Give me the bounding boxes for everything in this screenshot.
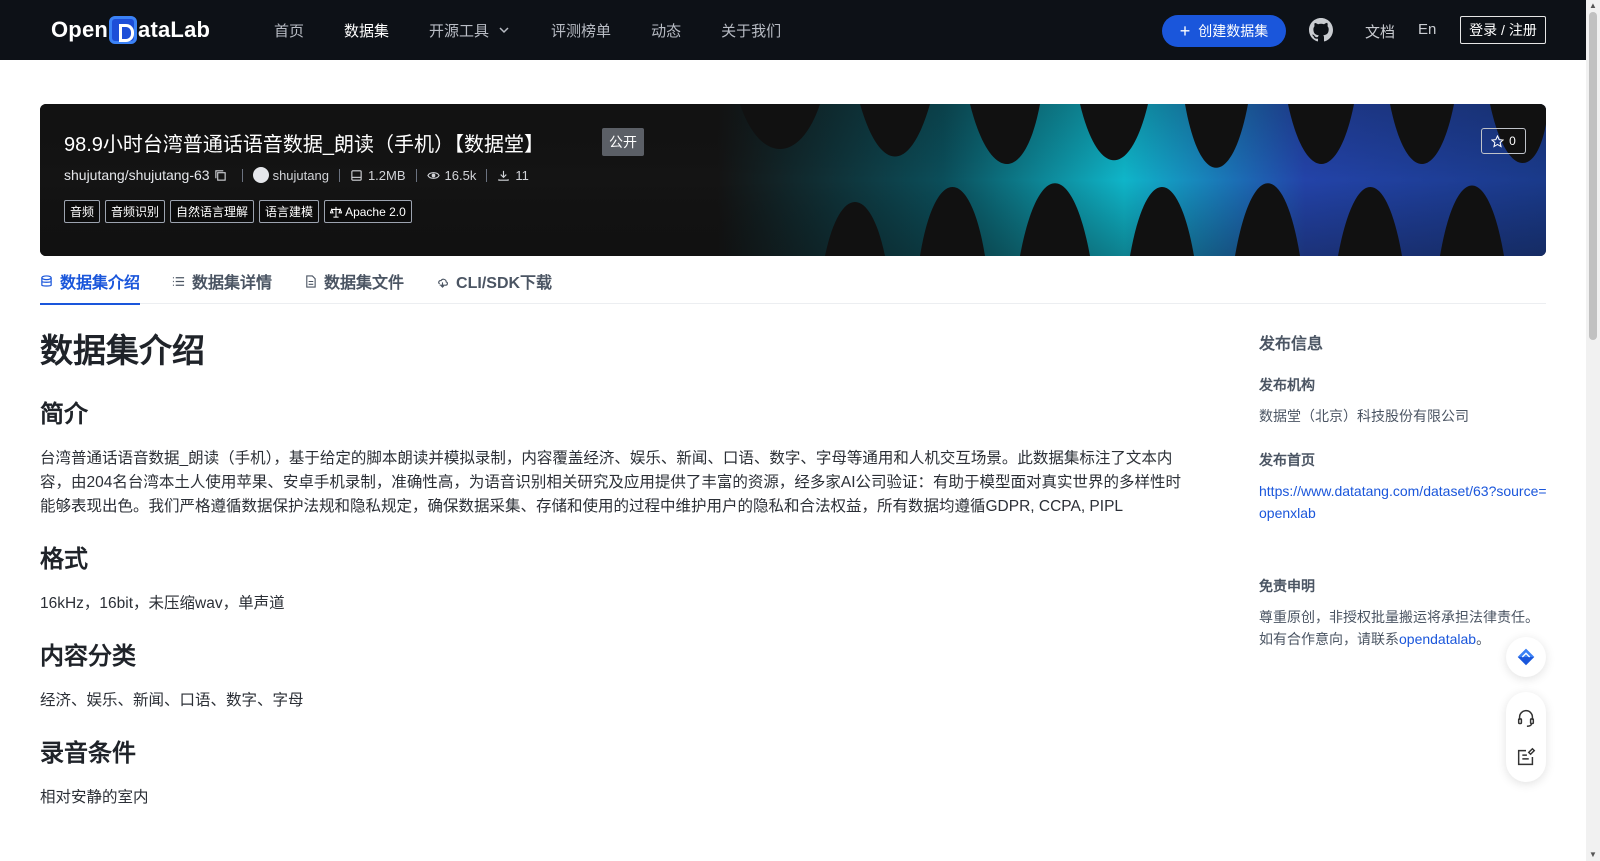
meta-divider bbox=[338, 168, 340, 182]
tag-item[interactable]: 自然语言理解 bbox=[170, 200, 255, 223]
disclaimer-label: 免责申明 bbox=[1259, 578, 1315, 594]
cloud-icon bbox=[438, 278, 448, 288]
page-title: 数据集介绍 bbox=[40, 332, 205, 369]
scroll-down-arrow[interactable]: ▼ bbox=[1589, 851, 1597, 859]
license-label: Apache 2.0 bbox=[345, 204, 406, 219]
nav-about[interactable]: 关于我们 bbox=[721, 20, 781, 41]
tab-details-label: 数据集详情 bbox=[192, 275, 273, 292]
homepage-label: 发布首页 bbox=[1259, 452, 1315, 468]
license-tag[interactable]: Apache 2.0 bbox=[324, 200, 412, 223]
diamond-icon bbox=[1517, 648, 1535, 666]
meta-divider bbox=[486, 168, 488, 182]
tab-files-label: 数据集文件 bbox=[324, 275, 405, 292]
nav-leaderboard[interactable]: 评测榜单 bbox=[551, 20, 611, 41]
support-float-panel bbox=[1506, 692, 1546, 782]
tab-intro-label: 数据集介绍 bbox=[60, 275, 141, 292]
scroll-thumb[interactable] bbox=[1589, 12, 1597, 340]
tab-cli-sdk-label: CLI/SDK下载 bbox=[456, 275, 553, 292]
file-icon bbox=[306, 274, 316, 288]
tag-item[interactable]: 音频识别 bbox=[105, 200, 166, 223]
section-title: 简介 bbox=[40, 401, 88, 428]
opendatalab-logo[interactable]: Open ataLab bbox=[51, 14, 210, 46]
language-switch[interactable]: En bbox=[1418, 21, 1436, 38]
create-dataset-label: 创建数据集 bbox=[1198, 23, 1269, 39]
dataset-banner: 98.9小时台湾普通话语音数据_朗读（手机）【数据堂】 公开 shujutang… bbox=[40, 104, 1546, 256]
dataset-meta: shujutang/shujutang-63 shujutang 1.2MB 1… bbox=[64, 167, 529, 183]
tag-item[interactable]: 音频 bbox=[64, 200, 101, 223]
section-title: 录音条件 bbox=[40, 740, 136, 767]
tab-files[interactable]: 数据集文件 bbox=[304, 258, 404, 304]
nav-news[interactable]: 动态 bbox=[651, 20, 681, 41]
tab-details[interactable]: 数据集详情 bbox=[172, 258, 272, 304]
view-count: 16.5k bbox=[444, 167, 477, 183]
intro-content: 数据集介绍 简介 台湾普通话语音数据_朗读（手机），基于给定的脚本朗读并模拟录制… bbox=[40, 324, 1190, 830]
meta-divider bbox=[415, 168, 417, 182]
tab-cli-sdk[interactable]: CLI/SDK下载 bbox=[436, 258, 552, 304]
publisher-value: 数据堂（北京）科技股份有限公司 bbox=[1259, 408, 1469, 424]
create-dataset-button[interactable]: + 创建数据集 bbox=[1162, 15, 1286, 47]
dataset-size: 1.2MB bbox=[367, 167, 406, 183]
contact-link[interactable]: opendatalab bbox=[1399, 631, 1476, 647]
nav-datasets[interactable]: 数据集 bbox=[344, 20, 389, 41]
section-text: 台湾普通话语音数据_朗读（手机），基于给定的脚本朗读并模拟录制，内容覆盖经济、娱… bbox=[40, 450, 1182, 515]
homepage-link[interactable]: https://www.datatang.com/dataset/63?sour… bbox=[1259, 480, 1551, 524]
dataset-tabs: 数据集介绍 数据集详情 数据集文件 CLI/SDK下载 bbox=[40, 258, 1546, 305]
copy-icon[interactable] bbox=[214, 169, 227, 182]
plus-icon: + bbox=[1179, 21, 1191, 41]
owner-avatar[interactable] bbox=[252, 167, 269, 183]
disclaimer-end: 。 bbox=[1476, 631, 1491, 647]
docs-link[interactable]: 文档 bbox=[1365, 21, 1395, 42]
assistant-float-button[interactable] bbox=[1506, 637, 1546, 677]
top-navbar: Open ataLab 首页 数据集 开源工具 评测榜单 动态 关于我们 + 创建… bbox=[0, 0, 1586, 60]
nav-home[interactable]: 首页 bbox=[274, 20, 304, 41]
list-icon bbox=[172, 276, 185, 286]
feedback-icon[interactable] bbox=[1515, 746, 1537, 768]
section-title: 格式 bbox=[40, 546, 88, 573]
star-icon bbox=[1491, 134, 1505, 148]
disclaimer-block: 免责申明 尊重原创，非授权批量搬运将承担法律责任。如有合作意向，请联系opend… bbox=[1259, 576, 1551, 650]
homepage-block: 发布首页 https://www.datatang.com/dataset/63… bbox=[1259, 450, 1551, 524]
repo-path: shujutang/shujutang-63 bbox=[64, 167, 210, 183]
section-text: 经济、娱乐、新闻、口语、数字、字母 bbox=[40, 692, 304, 709]
tag-list: 音频 音频识别 自然语言理解 语言建模 Apache 2.0 bbox=[64, 200, 417, 223]
dataset-title: 98.9小时台湾普通话语音数据_朗读（手机）【数据堂】 bbox=[64, 134, 545, 156]
star-button[interactable]: 0 bbox=[1481, 128, 1526, 154]
page-scrollbar[interactable]: ▲ ▼ bbox=[1586, 0, 1600, 861]
eye-icon bbox=[426, 171, 440, 179]
tag-item[interactable]: 语言建模 bbox=[259, 200, 320, 223]
download-count: 11 bbox=[515, 167, 529, 183]
publish-info-sidebar: 发布信息 发布机构 数据堂（北京）科技股份有限公司 发布首页 https://w… bbox=[1259, 330, 1551, 673]
meta-divider bbox=[241, 168, 243, 182]
database-icon bbox=[41, 274, 52, 287]
nav-tools[interactable]: 开源工具 bbox=[429, 20, 511, 41]
disk-icon bbox=[351, 169, 362, 181]
logo-d-icon bbox=[109, 16, 138, 44]
disclaimer-text: 尊重原创，非授权批量搬运将承担法律责任。如有合作意向，请联系opendatala… bbox=[1259, 606, 1551, 650]
star-count: 0 bbox=[1509, 134, 1516, 148]
sidebar-title: 发布信息 bbox=[1259, 336, 1324, 353]
download-icon bbox=[498, 170, 510, 181]
publisher-block: 发布机构 数据堂（北京）科技股份有限公司 bbox=[1259, 375, 1551, 427]
nav-tools-label: 开源工具 bbox=[429, 22, 490, 40]
main-nav: 首页 数据集 开源工具 评测榜单 动态 关于我们 bbox=[274, 0, 821, 60]
license-icon bbox=[330, 206, 343, 218]
section-text: 16kHz，16bit，未压缩wav，单声道 bbox=[40, 595, 285, 612]
tab-intro[interactable]: 数据集介绍 bbox=[40, 258, 141, 305]
github-icon[interactable] bbox=[1309, 18, 1333, 42]
owner-name[interactable]: shujutang bbox=[273, 168, 329, 183]
section-text: 相对安静的室内 bbox=[40, 789, 149, 806]
publisher-label: 发布机构 bbox=[1259, 377, 1315, 393]
scroll-up-arrow[interactable]: ▲ bbox=[1589, 2, 1597, 10]
section-title: 内容分类 bbox=[40, 643, 136, 670]
chevron-down-icon bbox=[499, 27, 509, 34]
visibility-badge: 公开 bbox=[602, 128, 644, 156]
login-register-button[interactable]: 登录 / 注册 bbox=[1460, 16, 1546, 44]
headset-icon[interactable] bbox=[1515, 707, 1537, 729]
